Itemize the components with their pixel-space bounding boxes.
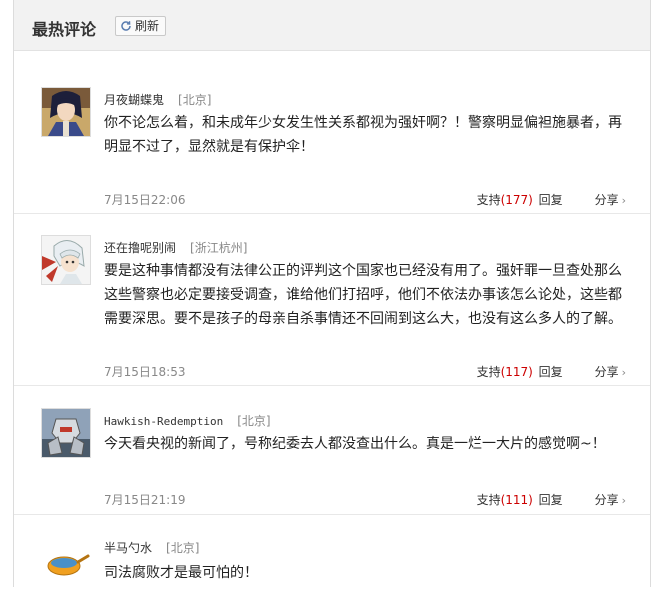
support-count: (177) xyxy=(500,193,533,207)
comment-actions: 支持(117) 回复 分享 › xyxy=(477,363,626,380)
hot-comments-panel: 最热评论 刷新 月夜蝴蝶鬼 [北京] 你不论怎么着，和未成年少女发生性关系都视为… xyxy=(13,0,651,589)
white-hair-anime-avatar-icon xyxy=(42,236,90,284)
comment-time: 7月15日18:53 xyxy=(104,365,186,379)
share-label: 分享 xyxy=(594,193,619,207)
user-avatar[interactable] xyxy=(41,408,91,458)
user-location: [浙江杭州] xyxy=(190,241,248,255)
support-label: 支持 xyxy=(476,365,501,379)
support-count: (117) xyxy=(500,365,533,379)
chevron-right-icon: › xyxy=(621,366,626,379)
share-button[interactable]: 分享 › xyxy=(595,363,626,380)
user-avatar[interactable] xyxy=(41,235,91,285)
username[interactable]: 还在撸呢别闹 xyxy=(104,241,176,255)
share-button[interactable]: 分享 › xyxy=(595,491,626,508)
comment-item: 还在撸呢别闹 [浙江杭州] 要是这种事情都没有法律公正的评判这个国家也已经没有用了… xyxy=(14,214,650,386)
user-location: [北京] xyxy=(237,414,271,428)
comment-line: 需要深思。要不是孩子的母亲自杀事情还不回闹到这么大，也没有这么多人的了解。 xyxy=(104,311,622,327)
panel-title: 最热评论 xyxy=(32,20,97,39)
share-label: 分享 xyxy=(594,365,619,379)
comment-item: 半马勺水 [北京] 司法腐败才是最可怕的！ xyxy=(14,515,650,589)
support-button[interactable]: 支持(177) xyxy=(477,191,539,208)
reply-button[interactable]: 回复 xyxy=(539,491,595,508)
comment-line: 明显不过了，显然就是有保护伞！ xyxy=(104,139,314,155)
comment-item: Hawkish-Redemption [北京] 今天看央视的新闻了，号称纪委去人都… xyxy=(14,386,650,515)
refresh-icon xyxy=(121,21,131,31)
comment-text: 你不论怎么着，和未成年少女发生性关系都视为强奸啊？！警察明显偏袒施暴者，再 明显… xyxy=(104,111,628,159)
user-avatar[interactable] xyxy=(41,539,91,589)
username[interactable]: 月夜蝴蝶鬼 xyxy=(104,93,164,107)
reply-button[interactable]: 回复 xyxy=(539,363,595,380)
comment-time: 7月15日22:06 xyxy=(104,193,186,207)
comment-text: 今天看央视的新闻了，号称纪委去人都没查出什么。真是一烂一大片的感觉啊~！ xyxy=(104,432,628,456)
comment-line: 你不论怎么着，和未成年少女发生性关系都视为强奸啊？！警察明显偏袒施暴者，再 xyxy=(104,115,622,131)
support-button[interactable]: 支持(117) xyxy=(477,363,539,380)
comment-line: 司法腐败才是最可怕的！ xyxy=(104,565,258,581)
user-location: [北京] xyxy=(178,93,212,107)
comment-line: 要是这种事情都没有法律公正的评判这个国家也已经没有用了。强奸罪一旦查处那么 xyxy=(104,263,622,279)
comment-actions: 支持(111) 回复 分享 › xyxy=(477,491,626,508)
comment-text: 要是这种事情都没有法律公正的评判这个国家也已经没有用了。强奸罪一旦查处那么 这些… xyxy=(104,259,628,331)
chevron-right-icon: › xyxy=(621,494,626,507)
support-button[interactable]: 支持(111) xyxy=(477,491,539,508)
comment-text: 司法腐败才是最可怕的！ xyxy=(104,561,628,585)
refresh-button[interactable]: 刷新 xyxy=(115,16,167,36)
username[interactable]: 半马勺水 xyxy=(104,541,152,555)
comment-line: 这些警察也必定要接受调查，谁给他们打招呼，他们不依法办事该怎么论处，这些都 xyxy=(104,287,622,303)
comment-item: 月夜蝴蝶鬼 [北京] 你不论怎么着，和未成年少女发生性关系都视为强奸啊？！警察明显… xyxy=(14,51,650,214)
panel-header: 最热评论 刷新 xyxy=(14,0,650,51)
comment-line: 今天看央视的新闻了，号称纪委去人都没查出什么。真是一烂一大片的感觉啊~！ xyxy=(104,436,606,452)
anime-swordsman-avatar-icon xyxy=(42,88,90,136)
share-label: 分享 xyxy=(594,493,619,507)
ladle-avatar-icon xyxy=(42,540,90,588)
reply-button[interactable]: 回复 xyxy=(539,191,595,208)
user-avatar[interactable] xyxy=(41,87,91,137)
support-count: (111) xyxy=(500,493,533,507)
username[interactable]: Hawkish-Redemption xyxy=(104,415,223,428)
robot-mech-avatar-icon xyxy=(42,409,90,457)
support-label: 支持 xyxy=(476,493,501,507)
comment-actions: 支持(177) 回复 分享 › xyxy=(477,191,626,208)
chevron-right-icon: › xyxy=(621,194,626,207)
user-location: [北京] xyxy=(166,541,200,555)
share-button[interactable]: 分享 › xyxy=(595,191,626,208)
comment-time: 7月15日21:19 xyxy=(104,493,186,507)
refresh-label: 刷新 xyxy=(135,19,160,33)
support-label: 支持 xyxy=(476,193,501,207)
